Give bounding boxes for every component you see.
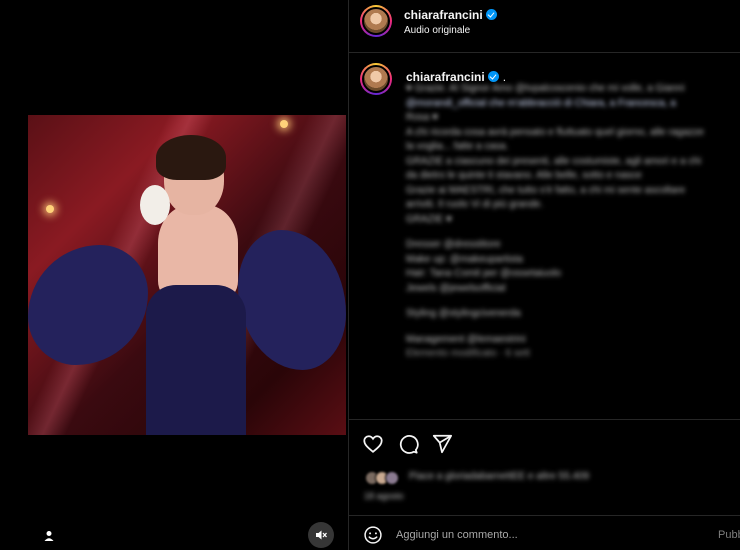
caption-line: Rosa ♥ [406,112,439,123]
liker-avatars[interactable] [365,471,405,485]
caption-line: GRAZIE ♥ [406,213,452,225]
verified-badge-icon [487,71,499,82]
comment-bar: Pubblica [349,515,740,550]
caption-line: arriviti. Il ruolo Vi di più grande. [406,199,544,210]
figure-hair [156,135,226,180]
caption-line: da dietro le quinte ti stavano. Alle bel… [406,170,642,181]
speaker-muted-icon [316,530,327,540]
caption-line: Dresser @dresstitore [406,239,501,250]
username-link[interactable]: chiarafrancini [404,8,497,22]
caption-line: Jewels @jewelsofficial [406,282,506,294]
dress-body [146,285,246,435]
caption-line: GRAZIE a ciascuno dei presenti, alle cos… [406,155,702,167]
publish-button[interactable]: Pubblica [718,529,740,541]
caption-line[interactable]: @morandi_official che m'abbracciò di Chi… [406,97,740,112]
verified-badge-icon [485,9,497,20]
mute-button[interactable] [308,522,334,548]
caption-edited-line: Elemento modificato · 6 sett [406,348,530,359]
caption-text: ♥ Grazie. Al Signor Amo @tvpalcoscenio c… [406,82,740,362]
send-paper-plane-icon[interactable] [431,433,453,455]
audio-label[interactable]: Audio originale [404,25,470,36]
caption-line: ♥ Grazie. Al Signor Amo @tvpalcoscenio c… [406,83,685,94]
caption-area: chiarafrancini. ♥ Grazie. Al Signor Amo … [349,54,740,419]
post-details-pane: chiarafrancini Audio originale chiarafra… [348,0,740,550]
likes-section: Piace a gloriadabarnettEE e altre 55.409… [349,465,740,515]
avatar[interactable] [360,5,392,37]
comment-input[interactable] [396,526,706,544]
comment-bubble-icon[interactable] [397,433,419,455]
post-photo[interactable] [28,115,346,435]
smiley-icon[interactable] [363,525,383,545]
caption-line: A chi ricorda cosa avrà pensato e fluttu… [406,126,704,138]
media-pane [0,0,348,550]
caption-line: Styling @stylingcivenerda [406,308,521,319]
post-date: 18 agosto [364,491,404,501]
caption-line: Make up: @makeupartista [406,253,523,265]
caption-line: Hair: Tana Comit per @ossetaiuolo [406,268,562,279]
likes-count[interactable]: Piace a gloriadabarnettEE e altre 55.409 [409,471,589,482]
user-tag-icon[interactable] [42,529,56,543]
caption-line: Management @lemaestrini [406,333,526,345]
stage-light [280,120,288,128]
action-bar [349,419,740,465]
heart-icon[interactable] [362,433,384,455]
post-header: chiarafrancini Audio originale [349,0,740,53]
stage-light [46,205,54,213]
hair-flower [140,185,170,225]
caption-line: la voglia... fatte a casa. [406,141,509,152]
avatar[interactable] [360,63,392,95]
caption-line: Grazie ai MAESTRI, che tutto s'è fatto, … [406,184,686,196]
